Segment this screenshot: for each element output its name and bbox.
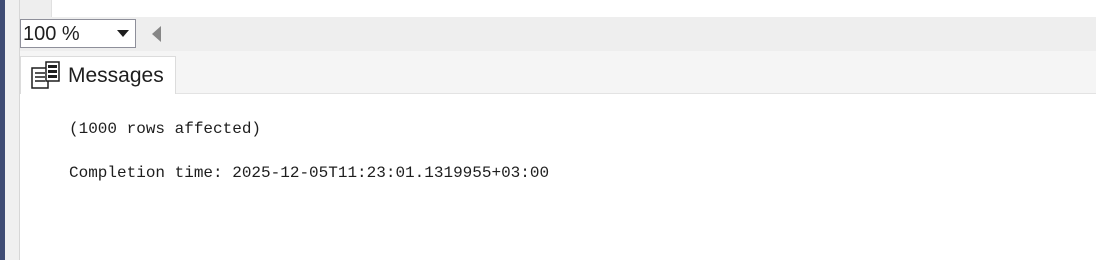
left-gutter <box>5 0 20 260</box>
messages-icon <box>30 60 64 92</box>
tab-messages[interactable]: Messages <box>20 56 176 94</box>
tab-messages-label: Messages <box>68 63 164 87</box>
zoom-dropdown[interactable]: 100 % <box>20 19 136 48</box>
chevron-down-icon[interactable] <box>111 20 135 47</box>
results-tab-strip: Messages <box>20 51 1096 94</box>
scroll-left-arrow-icon[interactable] <box>150 25 162 43</box>
message-line: Completion time: 2025-12-05T11:23:01.131… <box>69 164 550 182</box>
editor-bottom-strip <box>20 0 1096 17</box>
zoom-value: 100 % <box>23 22 80 45</box>
messages-pane[interactable]: (1000 rows affected) Completion time: 20… <box>20 94 1096 260</box>
editor-margin <box>20 0 52 17</box>
message-line: (1000 rows affected) <box>69 120 262 138</box>
zoom-toolbar: 100 % <box>20 17 1096 51</box>
